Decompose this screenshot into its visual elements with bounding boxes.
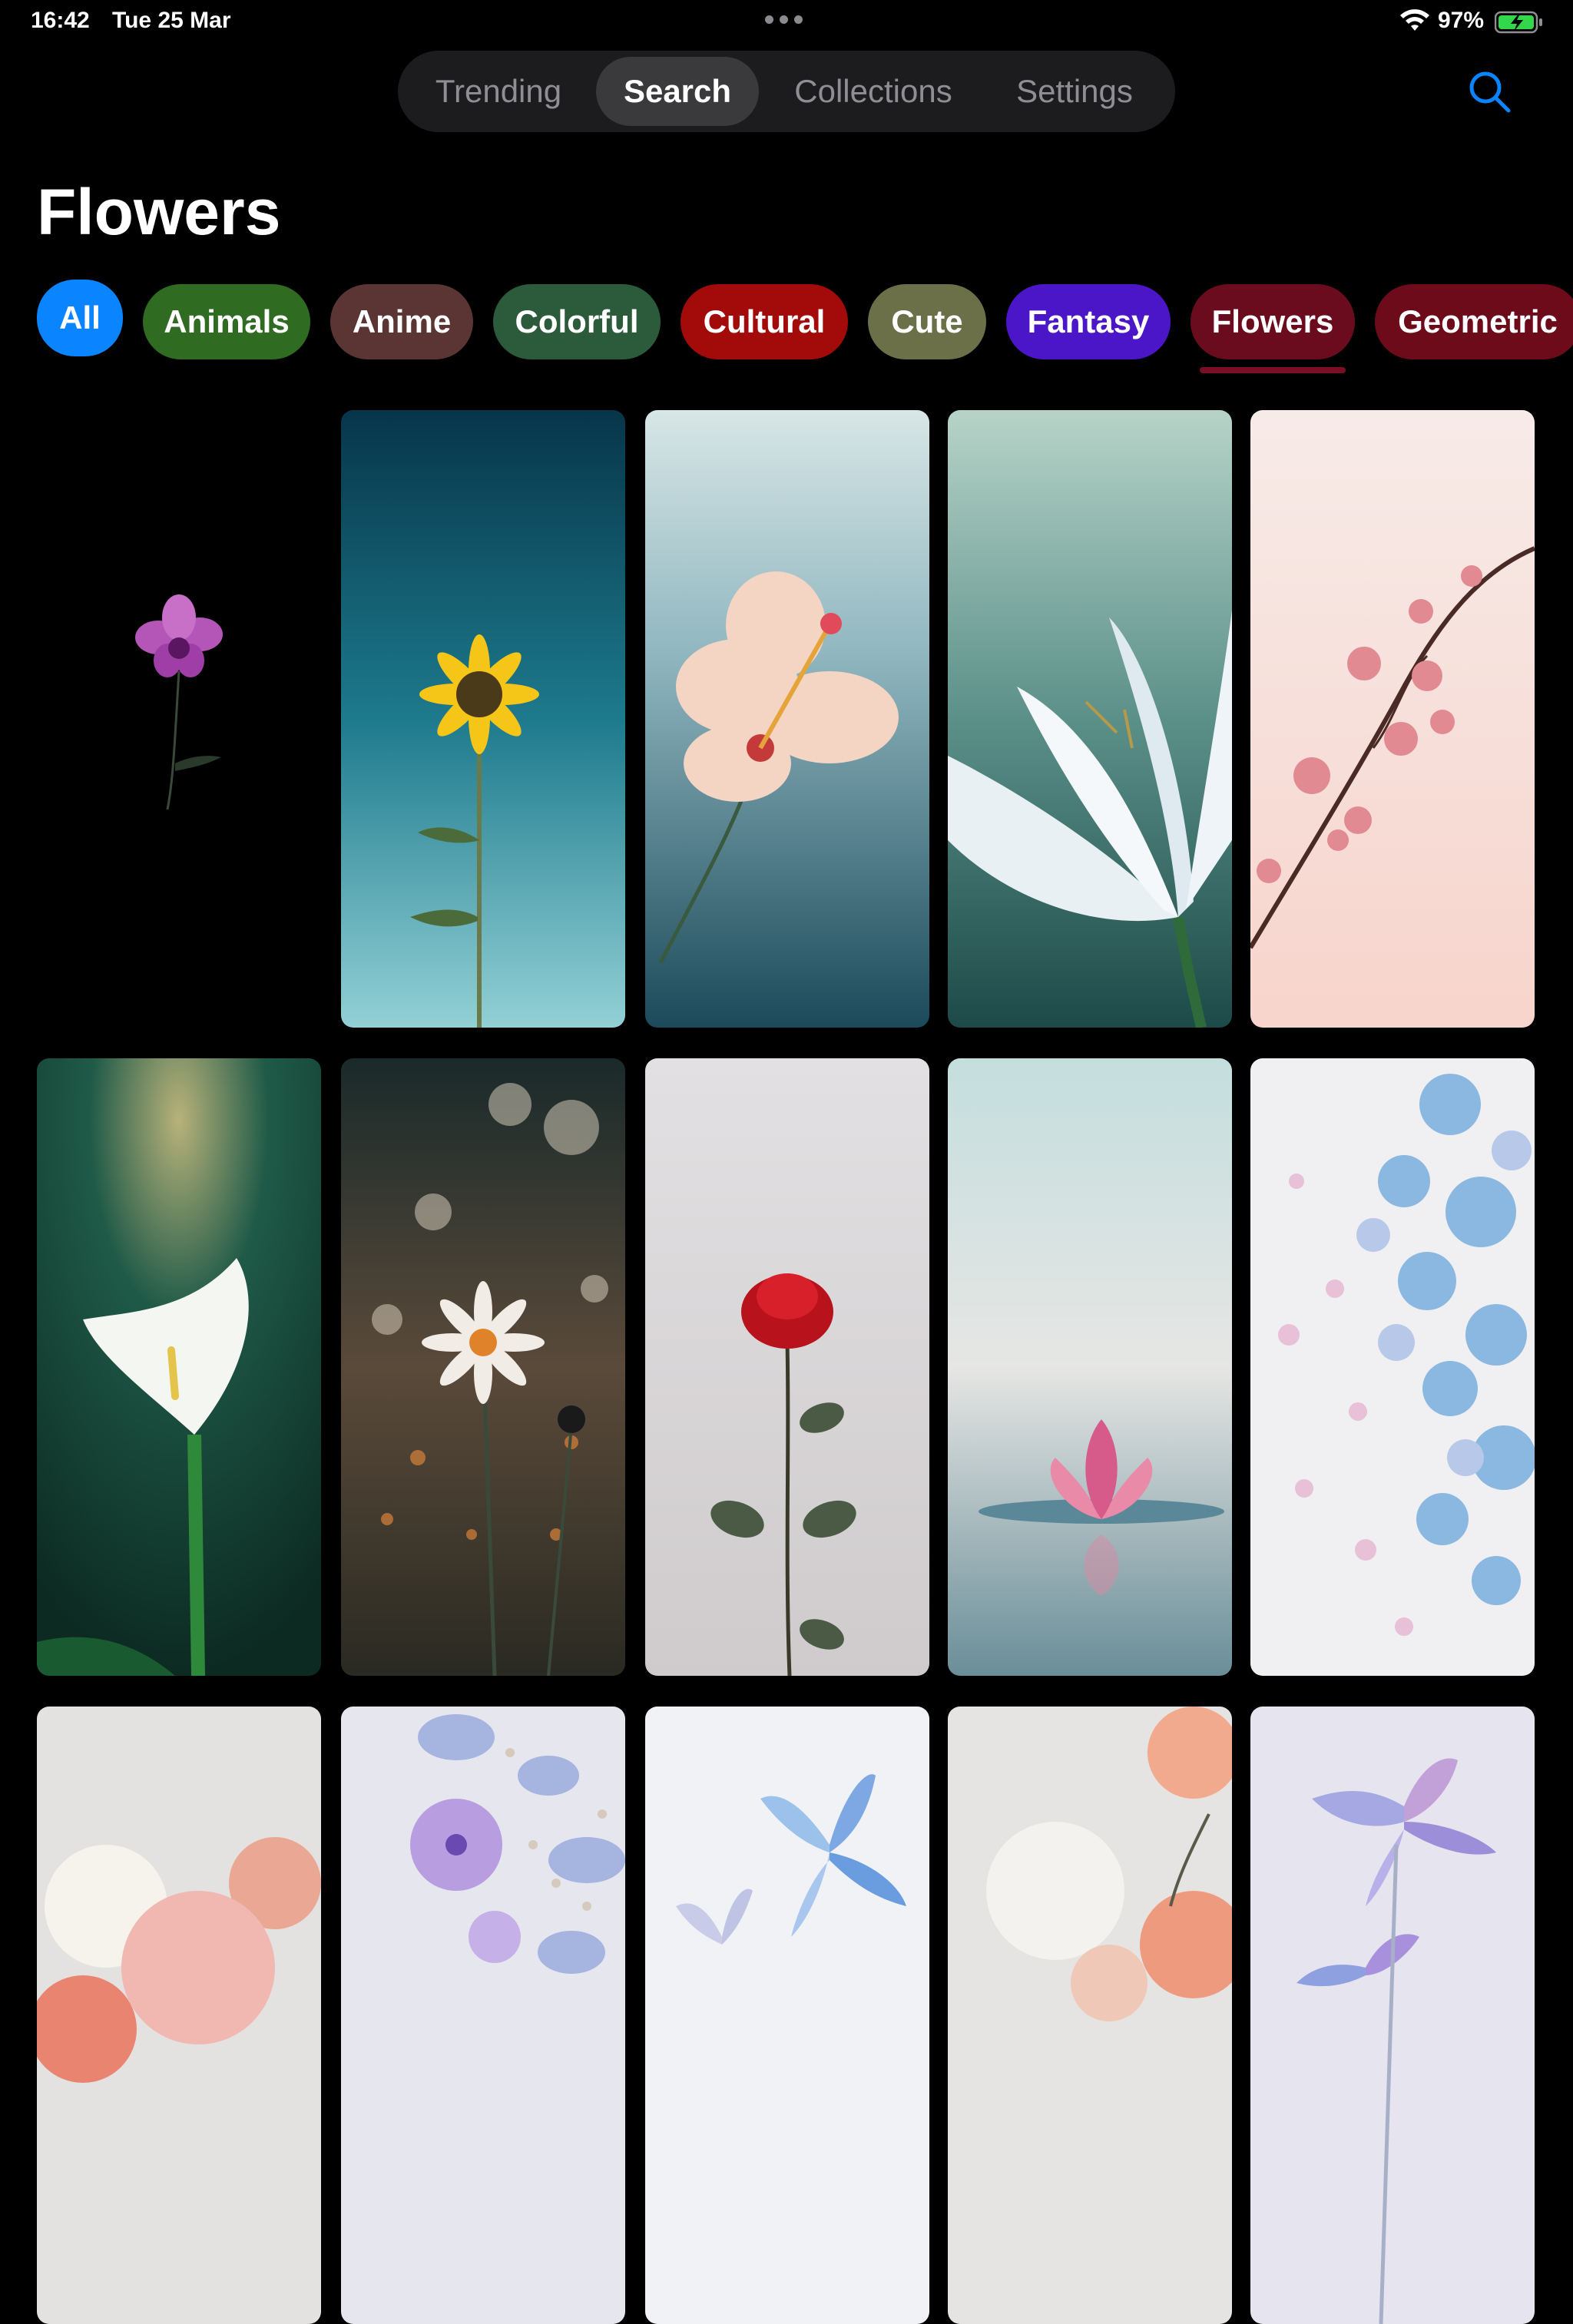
tab-search[interactable]: Search — [596, 57, 759, 126]
wifi-icon — [1400, 9, 1429, 31]
wallpaper-iridescent-lilies[interactable] — [1250, 1707, 1535, 2324]
wallpaper-white-lily[interactable] — [948, 410, 1232, 1028]
battery-percent: 97% — [1438, 8, 1485, 33]
status-date: Tue 25 Mar — [112, 8, 231, 33]
chip-fantasy[interactable]: Fantasy — [1006, 284, 1171, 359]
wallpaper-hibiscus[interactable] — [645, 410, 929, 1028]
chip-all[interactable]: All — [37, 280, 123, 356]
chip-colorful[interactable]: Colorful — [493, 284, 661, 359]
top-tab-bar: Trending Search Collections Settings — [398, 51, 1175, 132]
chip-animals[interactable]: Animals — [143, 284, 310, 359]
chip-cute[interactable]: Cute — [868, 284, 986, 359]
page-title: Flowers — [37, 176, 281, 248]
wallpaper-violet-blossoms[interactable] — [341, 1707, 625, 2324]
chip-anime[interactable]: Anime — [330, 284, 473, 359]
wallpaper-blue-hydrangea[interactable] — [1250, 1058, 1535, 1676]
wallpaper-daisy[interactable] — [341, 1058, 625, 1676]
more-dots-icon[interactable] — [765, 15, 803, 24]
wallpaper-sunflower[interactable] — [341, 410, 625, 1028]
wallpaper-cherry-blossom[interactable] — [1250, 410, 1535, 1028]
tab-trending[interactable]: Trending — [413, 57, 584, 126]
wallpaper-purple-orchid[interactable] — [37, 410, 321, 1028]
selected-chip-indicator — [1200, 367, 1346, 373]
wallpaper-lotus[interactable] — [948, 1058, 1232, 1676]
wallpaper-calla-lily[interactable] — [37, 1058, 321, 1676]
search-icon[interactable] — [1467, 69, 1512, 114]
wallpaper-blue-lilies[interactable] — [645, 1707, 929, 2324]
status-bar: 16:42 Tue 25 Mar 97% — [0, 0, 1573, 46]
wallpaper-peonies[interactable] — [37, 1707, 321, 2324]
status-time: 16:42 — [31, 8, 90, 33]
chip-geometric[interactable]: Geometric — [1375, 284, 1573, 359]
chip-cultural[interactable]: Cultural — [681, 284, 848, 359]
wallpaper-red-rose[interactable] — [645, 1058, 929, 1676]
chip-flowers[interactable]: Flowers — [1191, 284, 1355, 359]
battery-charging-icon — [1495, 11, 1542, 34]
tab-collections[interactable]: Collections — [771, 57, 975, 126]
wallpaper-white-peach-peonies[interactable] — [948, 1707, 1232, 2324]
tab-settings[interactable]: Settings — [988, 57, 1161, 126]
